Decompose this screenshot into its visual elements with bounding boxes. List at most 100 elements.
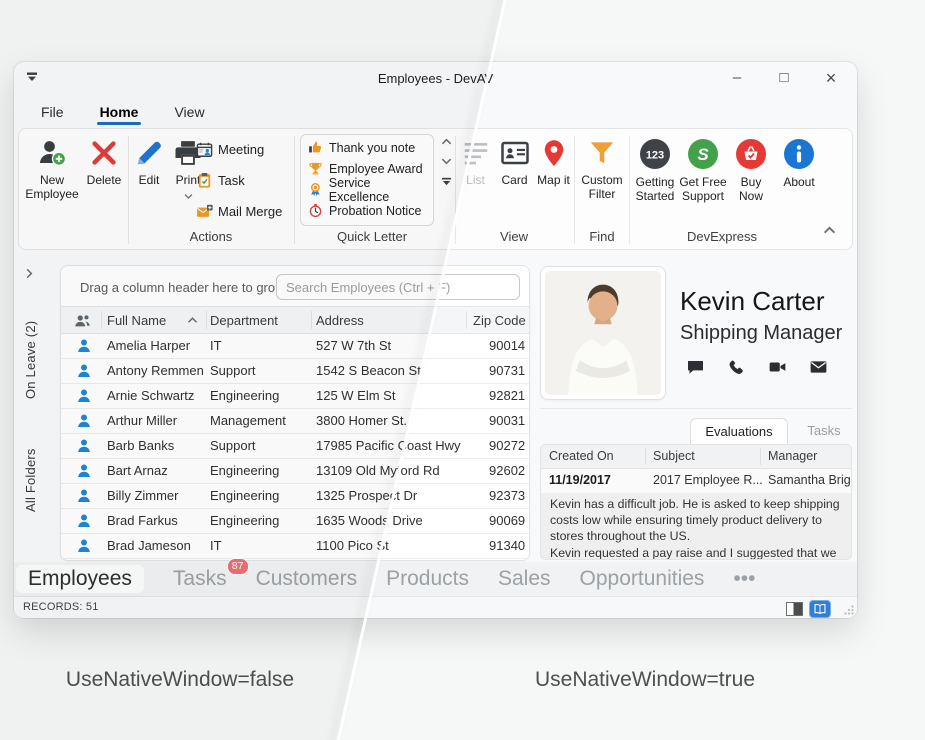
devexpress-button[interactable]: S Get Free Support	[679, 135, 727, 203]
devexpress-button-icon: 123	[639, 138, 671, 170]
titlebar: Employees - DevAV – □ ×	[14, 62, 857, 96]
phone-icon[interactable]	[727, 358, 746, 376]
module-nav-item[interactable]: Tasks 87	[173, 567, 227, 591]
module-nav-item[interactable]: Customers	[256, 567, 358, 591]
module-nav-item[interactable]: Sales	[498, 567, 551, 591]
ribbon-separator	[294, 136, 295, 244]
ribbon: New Employee Delete Edit Print Meeting T…	[18, 128, 853, 250]
group-by-hint[interactable]: Drag a column header here to grou...	[80, 280, 293, 295]
person-icon	[76, 388, 92, 404]
table-row[interactable]: Amelia Harper IT 527 W 7th St 90014	[61, 334, 529, 359]
records-count: RECORDS: 51	[23, 601, 99, 613]
detail-tabs: Evaluations Tasks	[540, 418, 852, 444]
module-nav-item[interactable]: Opportunities	[580, 567, 705, 591]
gallery-dropdown-icon[interactable]	[441, 177, 452, 186]
quick-letter-item[interactable]: Thank you note	[301, 137, 433, 158]
gallery-scroll-up-icon[interactable]	[441, 137, 452, 146]
reading-view-button[interactable]	[809, 600, 831, 618]
book-icon	[813, 603, 827, 615]
ribbon-small-button[interactable]: Meeting	[196, 137, 308, 161]
cell-address: 17985 Pacific Coast Hwy	[316, 438, 461, 453]
sidebar-item-all-folders[interactable]: All Folders	[23, 414, 38, 512]
search-input[interactable]	[276, 274, 520, 300]
view-group-button[interactable]: List	[456, 135, 495, 187]
cell-zip-code: 92821	[489, 388, 525, 403]
table-row[interactable]: Brad Farkus Engineering 1635 Woods Drive…	[61, 509, 529, 534]
evaluation-row[interactable]: 11/19/2017 2017 Employee R... Samantha B…	[541, 469, 851, 493]
person-icon	[76, 363, 92, 379]
module-nav-item[interactable]: •••	[733, 567, 755, 591]
cell-department: Engineering	[210, 513, 279, 528]
ribbon-small-button[interactable]: Mail Merge	[196, 199, 308, 223]
tab-evaluations[interactable]: Evaluations	[690, 418, 788, 444]
split-view-icon[interactable]	[786, 602, 803, 616]
table-row[interactable]: Billy Zimmer Engineering 1325 Prospect D…	[61, 484, 529, 509]
person-icon	[76, 438, 92, 454]
devexpress-button[interactable]: About	[775, 135, 823, 203]
module-nav-item[interactable]: Products	[386, 567, 469, 591]
menu-item[interactable]: Home	[97, 104, 142, 120]
quick-letter-item[interactable]: Probation Notice	[301, 200, 433, 221]
person-icon	[76, 413, 92, 429]
minimize-button[interactable]: –	[729, 66, 745, 90]
resize-grip[interactable]	[844, 605, 854, 615]
eval-column-manager[interactable]: Manager	[768, 449, 817, 463]
eval-column-created-on[interactable]: Created On	[549, 449, 614, 463]
ribbon-small-button[interactable]: Task	[196, 168, 308, 192]
mail-icon[interactable]	[809, 358, 828, 376]
status-bar: RECORDS: 51	[14, 596, 857, 618]
svg-text:123: 123	[646, 150, 664, 162]
table-row[interactable]: Bart Arnaz Engineering 13109 Old Myford …	[61, 459, 529, 484]
table-row[interactable]: Antony Remmen Support 1542 S Beacon St 9…	[61, 359, 529, 384]
note-paragraph: Kevin has a difficult job. He is asked t…	[550, 496, 842, 545]
employee-photo	[540, 266, 666, 400]
employee-name: Kevin Carter	[680, 286, 825, 317]
cell-zip-code: 90069	[489, 513, 525, 528]
quick-letter-item[interactable]: Service Excellence	[301, 179, 433, 200]
cell-department: Engineering	[210, 463, 279, 478]
cell-address: 1635 Woods Drive	[316, 513, 423, 528]
table-row[interactable]: Barb Banks Support 17985 Pacific Coast H…	[61, 434, 529, 459]
cell-department: Management	[210, 413, 286, 428]
devexpress-button[interactable]: 123 Getting Started	[631, 135, 679, 203]
column-header-zip-code[interactable]: Zip Code	[473, 313, 526, 328]
module-nav: Employees Tasks 87 Customers Products Sa…	[14, 562, 857, 596]
detail-divider	[540, 408, 852, 409]
view-button-icon	[461, 138, 491, 168]
view-group-button[interactable]: Map it	[534, 135, 573, 187]
menu-item[interactable]: File	[38, 104, 67, 120]
column-header-department[interactable]: Department	[210, 313, 278, 328]
column-header-address[interactable]: Address	[316, 313, 364, 328]
ribbon-collapse-icon[interactable]	[823, 225, 836, 235]
view-group-button[interactable]: Card	[495, 135, 534, 187]
eval-column-subject[interactable]: Subject	[653, 449, 695, 463]
menu-item[interactable]: View	[171, 104, 207, 120]
maximize-button[interactable]: □	[776, 66, 792, 90]
sidebar-item-on-leave[interactable]: On Leave (2)	[23, 299, 38, 399]
table-row[interactable]: Arthur Miller Management 3800 Homer St. …	[61, 409, 529, 434]
cell-zip-code: 91340	[489, 538, 525, 553]
table-row[interactable]: Arnie Schwartz Engineering 125 W Elm St …	[61, 384, 529, 409]
module-nav-item[interactable]: Employees	[16, 565, 144, 593]
devexpress-button[interactable]: Buy Now	[727, 135, 775, 203]
cell-department: Support	[210, 438, 256, 453]
contact-actions	[686, 358, 828, 376]
cell-zip-code: 90272	[489, 438, 525, 453]
table-row[interactable]: Brad Jameson IT 1100 Pico St 91340	[61, 534, 529, 559]
close-button[interactable]: ×	[823, 66, 839, 90]
people-column-icon[interactable]	[73, 312, 92, 330]
cell-department: Engineering	[210, 388, 279, 403]
gallery-scroll-down-icon[interactable]	[441, 157, 452, 166]
custom-filter-button[interactable]: Custom Filter	[572, 135, 632, 201]
cell-zip-code: 90031	[489, 413, 525, 428]
sidebar-expand-icon[interactable]	[24, 268, 35, 279]
evaluations-header: Created On Subject Manager	[541, 445, 851, 469]
tab-tasks[interactable]: Tasks	[802, 418, 846, 444]
column-header-full-name[interactable]: Full Name	[107, 313, 166, 328]
cell-full-name: Bart Arnaz	[107, 463, 168, 478]
video-icon[interactable]	[768, 358, 787, 376]
chat-icon[interactable]	[686, 358, 705, 376]
devexpress-group: 123 Getting Started S Get Free Support B…	[631, 135, 823, 203]
cell-address: 13109 Old Myford Rd	[316, 463, 440, 478]
new-employee-button[interactable]: New Employee	[23, 135, 81, 201]
